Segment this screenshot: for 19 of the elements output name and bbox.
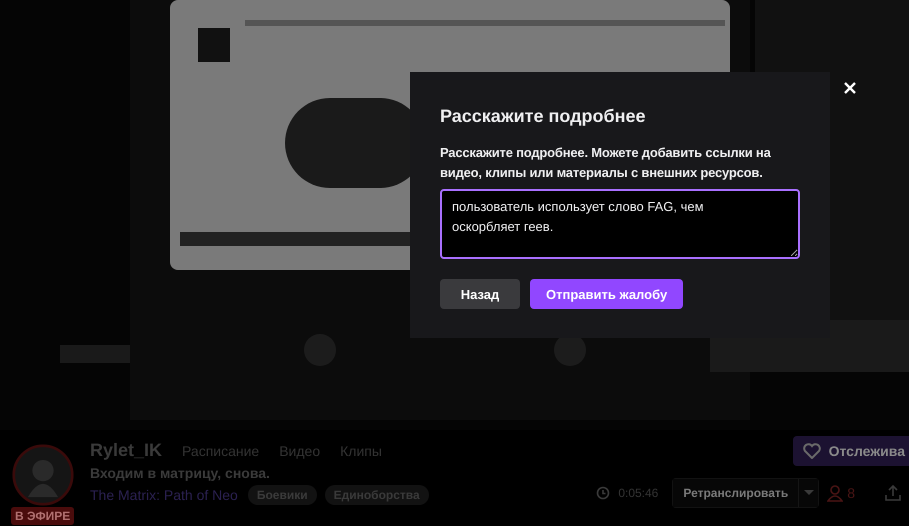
submit-button[interactable]: Отправить жалобу (530, 279, 684, 309)
channel-name[interactable]: Rylet_IK (90, 440, 162, 461)
back-button[interactable]: Назад (440, 279, 520, 309)
viewer-count: 8 (847, 485, 855, 501)
game-link[interactable]: The Matrix: Path of Neo (90, 487, 238, 503)
caret-icon[interactable] (798, 479, 818, 507)
details-field[interactable]: пользователь использует слово FAG, чем оскорбляет геев. (440, 189, 800, 259)
rebroadcast-button[interactable]: Ретранслировать (673, 479, 798, 507)
heart-icon (802, 443, 821, 459)
follow-button[interactable]: Отслежива (792, 436, 909, 466)
prompt-text: Расскажите подробнее. Можете добавить ссылки на видео, клипы или материалы с внешних ресурсов. (440, 144, 772, 182)
user-icon (827, 484, 844, 502)
stream-title: Входим в матрицу, снова. (90, 465, 271, 481)
dialog-title: Расскажите подробнее (440, 106, 647, 127)
live-badge: В ЭФИРЕ (11, 507, 74, 525)
share-icon[interactable] (885, 484, 901, 502)
close-icon[interactable] (842, 80, 858, 96)
clock-icon (596, 486, 610, 500)
avatar[interactable] (12, 444, 74, 506)
